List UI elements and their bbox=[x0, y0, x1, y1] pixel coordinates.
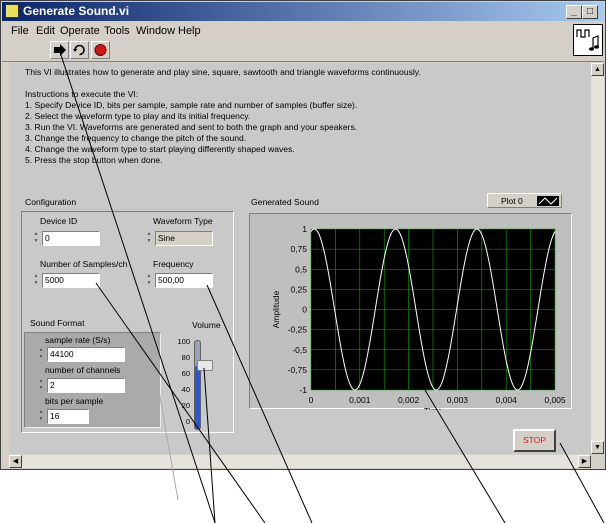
arrow-to-graph bbox=[424, 389, 506, 523]
arrow-to-run-button bbox=[59, 51, 216, 523]
arrow-to-stop bbox=[559, 442, 605, 523]
arrow-to-volume bbox=[203, 367, 216, 523]
arrow-to-samples bbox=[95, 282, 266, 523]
arrow-faint bbox=[149, 339, 179, 501]
annotation-arrows bbox=[59, 51, 605, 523]
arrow-to-frequency bbox=[206, 284, 313, 523]
